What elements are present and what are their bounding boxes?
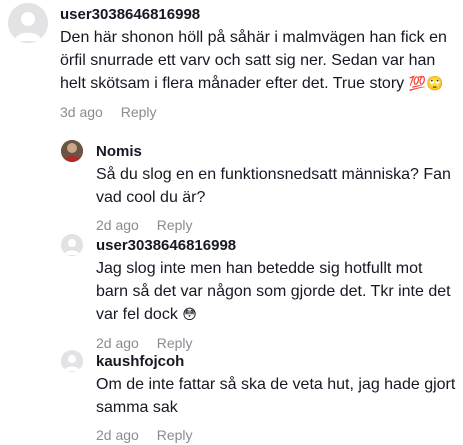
comment-text: Om de inte fattar så ska de veta hut, ja…	[96, 373, 457, 419]
comment-username[interactable]: user3038646816998	[60, 6, 457, 24]
reply-button[interactable]: Reply	[157, 335, 193, 351]
comment-meta: 2d ago Reply	[96, 426, 457, 444]
reply-button[interactable]: Reply	[157, 217, 193, 233]
comment-username[interactable]: user3038646816998	[96, 237, 457, 255]
comment-username[interactable]: Nomis	[96, 143, 457, 161]
user-photo-icon	[61, 140, 83, 162]
avatar[interactable]	[8, 3, 48, 43]
reply-button[interactable]: Reply	[121, 104, 157, 120]
avatar[interactable]	[61, 234, 83, 256]
comment-meta: 3d ago Reply	[60, 103, 457, 121]
emoji: 😳	[182, 307, 197, 323]
comment-timestamp: 2d ago	[96, 217, 139, 233]
comment-meta: 2d ago Reply	[96, 216, 457, 234]
default-avatar-icon	[61, 350, 83, 372]
comment-text-content: Jag slog inte men han betedde sig hotful…	[96, 260, 451, 323]
comment-username[interactable]: kaushfojcoh	[96, 353, 457, 371]
comment-timestamp: 2d ago	[96, 427, 139, 443]
comment-text-content: Så du slog en en funktionsnedsatt männis…	[96, 166, 451, 206]
comment-text: Jag slog inte men han betedde sig hotful…	[96, 257, 457, 327]
comment-text: Så du slog en en funktionsnedsatt männis…	[96, 163, 457, 209]
reply-button[interactable]: Reply	[157, 427, 193, 443]
default-avatar-icon	[61, 234, 83, 256]
comment-text-content: Om de inte fattar så ska de veta hut, ja…	[96, 376, 456, 416]
default-avatar-icon	[8, 3, 48, 43]
emoji: 💯🙄	[408, 76, 444, 92]
avatar[interactable]	[61, 350, 83, 372]
avatar[interactable]	[61, 140, 83, 162]
comment-meta: 2d ago Reply	[96, 334, 457, 352]
comment-timestamp: 3d ago	[60, 104, 103, 120]
comment-text: Den här shonon höll på såhär i malmvägen…	[60, 26, 457, 96]
comment-text-content: Den här shonon höll på såhär i malmvägen…	[60, 29, 447, 92]
comment-timestamp: 2d ago	[96, 335, 139, 351]
